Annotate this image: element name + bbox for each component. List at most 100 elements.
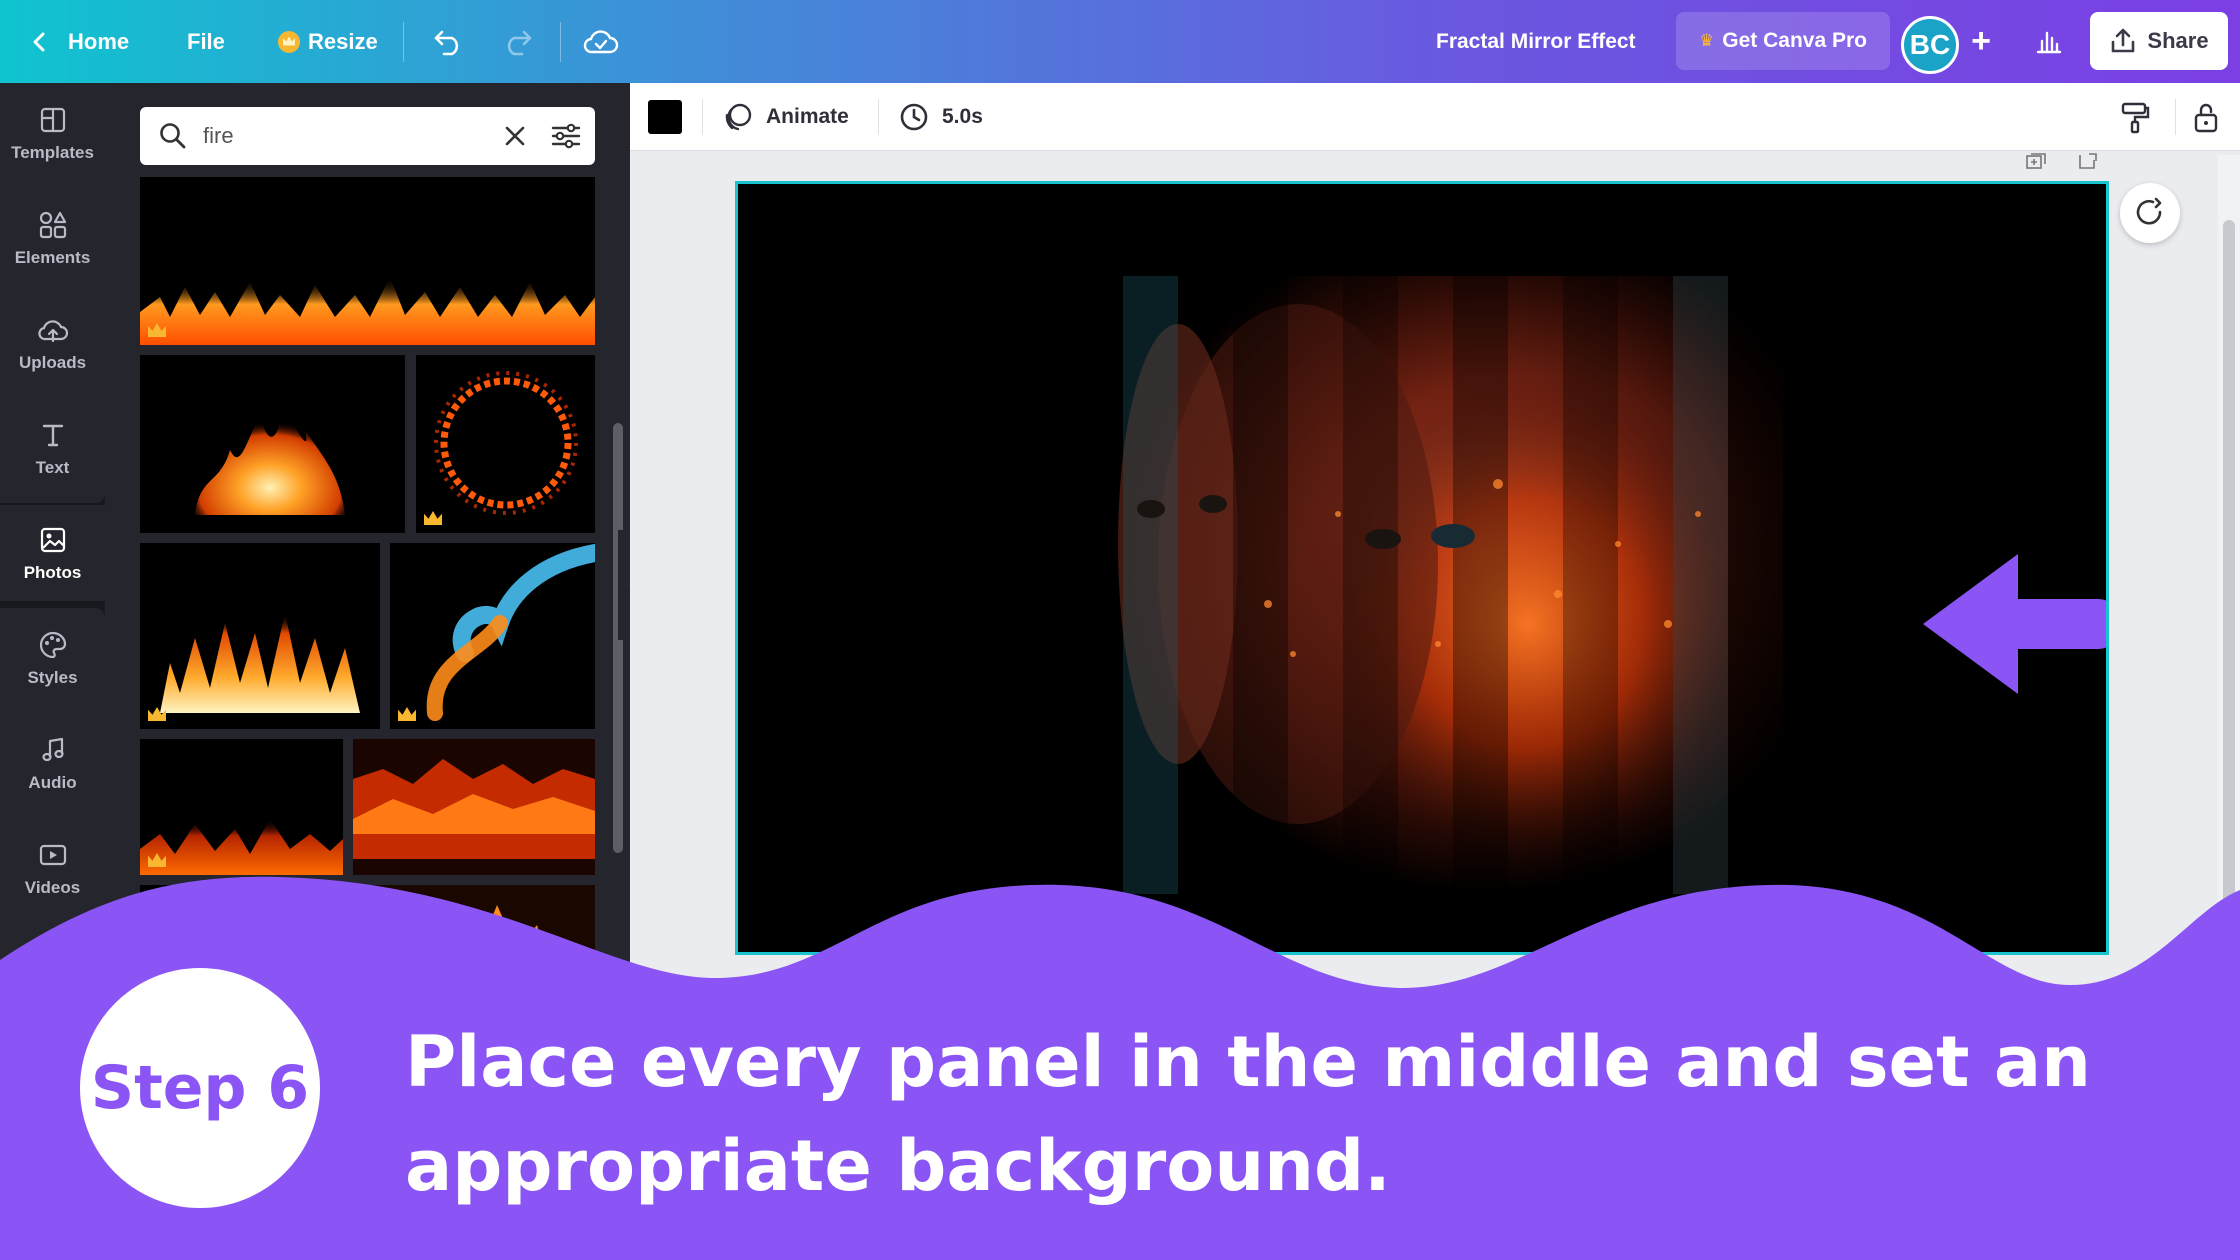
divider (403, 22, 404, 62)
clear-search-icon[interactable] (500, 121, 530, 151)
fractal-mirror-portrait[interactable] (738, 184, 2106, 952)
fire-image (140, 819, 343, 875)
uploads-icon (36, 313, 70, 347)
step-badge: Step 6 (80, 968, 320, 1208)
animate-label: Animate (766, 105, 849, 128)
crown-icon (278, 30, 300, 53)
undo-button[interactable] (432, 0, 466, 83)
house-fire-image (362, 885, 595, 987)
duplicate-page-icon[interactable] (2025, 152, 2047, 170)
blue-fire-thumbnail[interactable] (390, 543, 595, 729)
bar-chart-icon (2036, 31, 2062, 54)
cloud-save-button[interactable] (583, 0, 619, 83)
search-icon (160, 123, 186, 149)
refresh-icon (2136, 197, 2162, 225)
crown-icon: ♛ (1699, 31, 1715, 50)
photos-panel: fire (105, 83, 630, 1003)
purple-arrow-left-icon (1923, 554, 2106, 694)
nav-videos[interactable]: Videos (0, 820, 105, 916)
styles-icon (36, 628, 70, 662)
house-fire-thumbnail[interactable] (362, 885, 595, 987)
fire-photo-thumbnail[interactable] (140, 543, 380, 729)
nav-audio[interactable]: Audio (0, 715, 105, 811)
add-page-icon[interactable] (2077, 152, 2099, 170)
undo-icon (434, 30, 459, 55)
home-button[interactable]: Home (30, 0, 129, 83)
divider (2175, 99, 2176, 135)
redo-button[interactable] (500, 0, 534, 83)
share-label: Share (2147, 28, 2209, 53)
video-play-icon (36, 838, 70, 872)
photo-results-grid (140, 177, 595, 987)
nav-label: Videos (24, 878, 81, 897)
avatar[interactable]: BC (1901, 16, 1959, 74)
caption-line: Place every panel in the middle and set … (405, 1021, 2091, 1103)
upload-share-icon (2112, 28, 2135, 53)
caption-line: appropriate background. (405, 1125, 1391, 1207)
fire-image (140, 277, 595, 345)
editor-toolbar: Animate 5.0s (630, 83, 2240, 151)
templates-icon (36, 103, 70, 137)
duration-label: 5.0s (942, 105, 983, 128)
nav-label: Uploads (18, 353, 87, 372)
canvas-scrollbar[interactable] (2218, 155, 2240, 980)
fire-photo-thumbnail[interactable] (140, 177, 595, 345)
nav-elements[interactable]: Elements (0, 190, 105, 286)
duration-button[interactable]: 5.0s (898, 83, 983, 151)
scrollbar-thumb[interactable] (2223, 220, 2235, 980)
nav-label: Elements (14, 248, 91, 267)
resize-label: Resize (308, 28, 378, 54)
divider (560, 22, 561, 62)
insights-button[interactable] (2020, 12, 2078, 70)
background-color-swatch[interactable] (648, 100, 682, 134)
file-label: File (187, 28, 225, 54)
animate-icon (725, 103, 752, 131)
resize-button[interactable]: Resize (278, 0, 378, 83)
nav-label: Templates (11, 143, 94, 162)
photos-icon (36, 523, 70, 557)
fire-ring-image (434, 371, 578, 515)
paint-roller-icon[interactable] (2118, 100, 2152, 134)
clock-icon (900, 103, 928, 131)
forest-fire-image (353, 739, 595, 875)
fire-ring-thumbnail[interactable] (416, 355, 595, 533)
home-label: Home (68, 28, 130, 54)
document-title[interactable]: Fractal Mirror Effect (1436, 0, 1636, 83)
forest-fire-thumbnail[interactable] (353, 739, 595, 875)
unlock-icon[interactable] (2190, 100, 2222, 134)
nav-label: Text (35, 458, 70, 477)
nav-text[interactable]: Text (0, 400, 105, 496)
nav-uploads[interactable]: Uploads (0, 295, 105, 391)
nav-styles[interactable]: Styles (0, 610, 105, 706)
fire-image (195, 405, 345, 515)
nav-label: Photos (23, 563, 82, 582)
nav-photos[interactable]: Photos (0, 505, 105, 601)
redo-icon (507, 30, 532, 55)
fire-photo-thumbnail[interactable] (140, 355, 405, 533)
nav-templates[interactable]: Templates (0, 85, 105, 181)
left-nav-rail: Templates Elements Uploads Text Photos S… (0, 83, 105, 1028)
animate-button[interactable]: Animate (722, 83, 849, 151)
text-icon (36, 418, 70, 452)
chevron-left-icon (33, 32, 45, 51)
design-page[interactable] (735, 181, 2109, 955)
step-label: Step 6 (90, 1053, 310, 1123)
music-note-icon (36, 733, 70, 767)
search-input[interactable]: fire (140, 107, 595, 165)
filter-sliders-icon[interactable] (550, 121, 582, 151)
add-collaborator-button[interactable]: + (1963, 24, 1999, 60)
fire-image (160, 613, 360, 713)
file-menu[interactable]: File (187, 0, 225, 83)
blue-orange-flame-image (426, 544, 595, 721)
nav-label: Styles (27, 668, 78, 687)
search-value: fire (203, 123, 234, 148)
tutorial-caption: Place every panel in the middle and set … (405, 1010, 2125, 1218)
refresh-magic-button[interactable] (2120, 183, 2180, 243)
fire-photo-thumbnail[interactable] (140, 739, 343, 875)
top-bar: Home File Resize Fractal Mirror Effect ♛… (0, 0, 2240, 83)
elements-icon (36, 208, 70, 242)
share-button[interactable]: Share (2090, 12, 2228, 70)
get-canva-pro-button[interactable]: ♛ Get Canva Pro (1676, 12, 1890, 70)
cloud-check-icon (583, 29, 619, 53)
divider (878, 99, 879, 135)
